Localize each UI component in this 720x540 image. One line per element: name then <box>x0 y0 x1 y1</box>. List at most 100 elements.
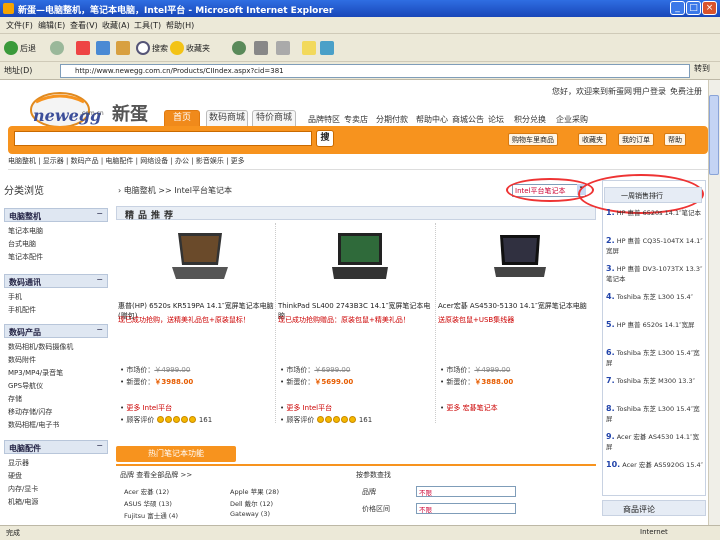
category-item[interactable]: GPS导航仪 <box>8 381 43 391</box>
rank-item[interactable]: 3. HP 惠普 DV3-1073TX 13.3″笔记本 <box>606 264 704 284</box>
nav-points[interactable]: 积分兑换 <box>514 114 546 125</box>
more-link[interactable]: • 更多 Intel平台 <box>120 403 172 413</box>
more-link[interactable]: • 更多 宏碁笔记本 <box>440 403 498 413</box>
nav-enterprise[interactable]: 企业采购 <box>556 114 588 125</box>
logo-domain: .com.cn <box>80 110 104 117</box>
category-computers[interactable]: 电脑整机 − <box>4 208 108 222</box>
go-button[interactable]: 转到 <box>694 63 710 74</box>
address-input[interactable]: http://www.newegg.com.cn/Products/CIInde… <box>60 64 690 78</box>
favorites-button[interactable]: 收藏夹 <box>170 39 210 57</box>
maximize-button[interactable]: □ <box>686 1 701 15</box>
category-subnav[interactable]: 电脑整机 | 显示器 | 数码产品 | 电脑配件 | 网络设备 | 办公 | 影… <box>8 156 708 170</box>
nav-brand[interactable]: 品牌特区 <box>308 114 340 125</box>
price-label: 价格区间 <box>362 505 390 513</box>
search-button[interactable]: 搜索 <box>136 39 168 57</box>
category-item[interactable]: 机箱/电源 <box>8 497 38 507</box>
rank-item[interactable]: 10. Acer 宏碁 AS5920G 15.4″ <box>606 460 704 470</box>
back-arrow-icon <box>4 41 18 55</box>
rank-item[interactable]: 6. Toshiba 东芝 L300 15.4″宽屏 <box>606 348 704 368</box>
minimize-button[interactable]: _ <box>670 1 685 15</box>
product-name[interactable]: Acer宏碁 AS4530-5130 14.1″宽屏笔记本电脑 <box>438 301 594 311</box>
star-icon <box>172 416 180 423</box>
site-search-input[interactable] <box>14 131 312 146</box>
nav-installment[interactable]: 分期付款 <box>376 114 408 125</box>
tab-home[interactable]: 首页 <box>164 110 200 126</box>
brand-item[interactable]: Apple 苹果 (28) <box>230 486 279 496</box>
edit-button[interactable] <box>276 39 290 57</box>
refresh-button[interactable] <box>96 39 110 57</box>
site-search-button[interactable]: 搜 <box>316 130 334 147</box>
rank-item[interactable]: 9. Acer 宏碁 AS4530 14.1″宽屏 <box>606 432 704 452</box>
tab-digital[interactable]: 数码商城 <box>206 110 248 126</box>
menu-help[interactable]: 帮助(H) <box>166 20 194 31</box>
category-digital[interactable]: 数码产品 − <box>4 324 108 338</box>
forward-button[interactable] <box>50 39 64 57</box>
print-button[interactable] <box>254 39 268 57</box>
tab-special[interactable]: 特价商城 <box>252 110 296 126</box>
status-text: 完成 <box>6 529 20 537</box>
favorites-link[interactable]: 收藏夹 <box>578 133 607 146</box>
param-search-title: 按参数查找 <box>356 471 391 479</box>
rank-item[interactable]: 5. HP 惠普 6520s 14.1″宽屏 <box>606 320 704 330</box>
login-link[interactable]: 用户登录 <box>634 86 666 97</box>
research-button[interactable] <box>320 39 334 57</box>
category-item[interactable]: MP3/MP4/录音笔 <box>8 368 63 378</box>
stop-button[interactable] <box>76 39 90 57</box>
more-link[interactable]: • 更多 Intel平台 <box>280 403 332 413</box>
category-item[interactable]: 手机 <box>8 292 22 302</box>
price-select[interactable]: 不限 <box>416 503 516 514</box>
home-button[interactable] <box>116 39 130 57</box>
category-item[interactable]: 台式电脑 <box>8 239 36 249</box>
category-item[interactable]: 存储 <box>8 394 22 404</box>
nav-forum[interactable]: 论坛 <box>488 114 504 125</box>
cart-button[interactable]: 购物车里商品 <box>508 133 558 146</box>
product-card[interactable]: ThinkPad SL400 2743B3C 14.1″宽屏笔记本电脑 现已成功… <box>276 223 436 424</box>
rank-item[interactable]: 4. Toshiba 东芝 L300 15.4″ <box>606 292 704 302</box>
rank-item[interactable]: 1. HP 惠普 6520s 14.1″笔记本 <box>606 208 704 218</box>
category-item[interactable]: 笔记本电脑 <box>8 226 43 236</box>
orders-link[interactable]: 我的订单 <box>618 133 654 146</box>
nav-notice[interactable]: 商城公告 <box>452 114 484 125</box>
star-icon <box>156 416 164 423</box>
menu-tools[interactable]: 工具(T) <box>134 20 161 31</box>
category-item[interactable]: 显示器 <box>8 458 29 468</box>
menu-favorites[interactable]: 收藏(A) <box>102 20 130 31</box>
nav-store[interactable]: 专卖店 <box>344 114 368 125</box>
hot-features-button[interactable]: 热门笔记本功能 <box>116 446 236 462</box>
category-parts[interactable]: 电脑配件 − <box>4 440 108 454</box>
nav-help[interactable]: 帮助中心 <box>416 114 448 125</box>
product-card[interactable]: 惠普(HP) 6520s KR519PA 14.1″宽屏笔记本电脑(赠包) 现已… <box>116 223 276 424</box>
brand-item[interactable]: Gateway (3) <box>230 510 270 518</box>
brand-item[interactable]: ASUS 华硕 (13) <box>124 498 172 508</box>
menu-view[interactable]: 查看(V) <box>70 20 98 31</box>
help-link[interactable]: 帮助 <box>664 133 686 146</box>
menu-file[interactable]: 文件(F) <box>6 20 33 31</box>
category-item[interactable]: 数码相机/数码摄像机 <box>8 342 73 352</box>
scrollbar-thumb[interactable] <box>709 95 719 175</box>
close-button[interactable]: × <box>702 1 717 15</box>
back-button[interactable]: 后退 <box>4 39 36 57</box>
category-item[interactable]: 硬盘 <box>8 471 22 481</box>
rank-item[interactable]: 2. HP 惠普 CQ35-104TX 14.1″宽屏 <box>606 236 704 256</box>
breadcrumb[interactable]: › 电脑整机 >> Intel平台笔记本 <box>118 185 232 196</box>
brand-item[interactable]: Acer 宏碁 (12) <box>124 486 169 496</box>
brand-item[interactable]: Dell 戴尔 (12) <box>230 498 273 508</box>
rank-item[interactable]: 7. Toshiba 东芝 M300 13.3″ <box>606 376 704 386</box>
product-card[interactable]: Acer宏碁 AS4530-5130 14.1″宽屏笔记本电脑 送原装包鼠+US… <box>436 223 596 423</box>
brand-select[interactable]: 不限 <box>416 486 516 497</box>
register-link[interactable]: 免费注册 <box>670 86 702 97</box>
rank-item[interactable]: 8. Toshiba 东芝 L300 15.4″宽屏 <box>606 404 704 424</box>
messenger-button[interactable] <box>302 39 316 57</box>
history-button[interactable] <box>232 39 246 57</box>
category-item[interactable]: 数码相框/电子书 <box>8 420 59 430</box>
category-item[interactable]: 移动存储/闪存 <box>8 407 52 417</box>
menu-edit[interactable]: 编辑(E) <box>38 20 65 31</box>
category-mobile[interactable]: 数码通讯 − <box>4 274 108 288</box>
category-item[interactable]: 内存/显卡 <box>8 484 38 494</box>
category-item[interactable]: 数码附件 <box>8 355 36 365</box>
brand-item[interactable]: Fujitsu 富士通 (4) <box>124 510 178 520</box>
category-item[interactable]: 笔记本配件 <box>8 252 43 262</box>
research-icon <box>320 41 334 55</box>
category-item[interactable]: 手机配件 <box>8 305 36 315</box>
brand-title[interactable]: 品牌 查看全部品牌 >> <box>120 470 192 480</box>
